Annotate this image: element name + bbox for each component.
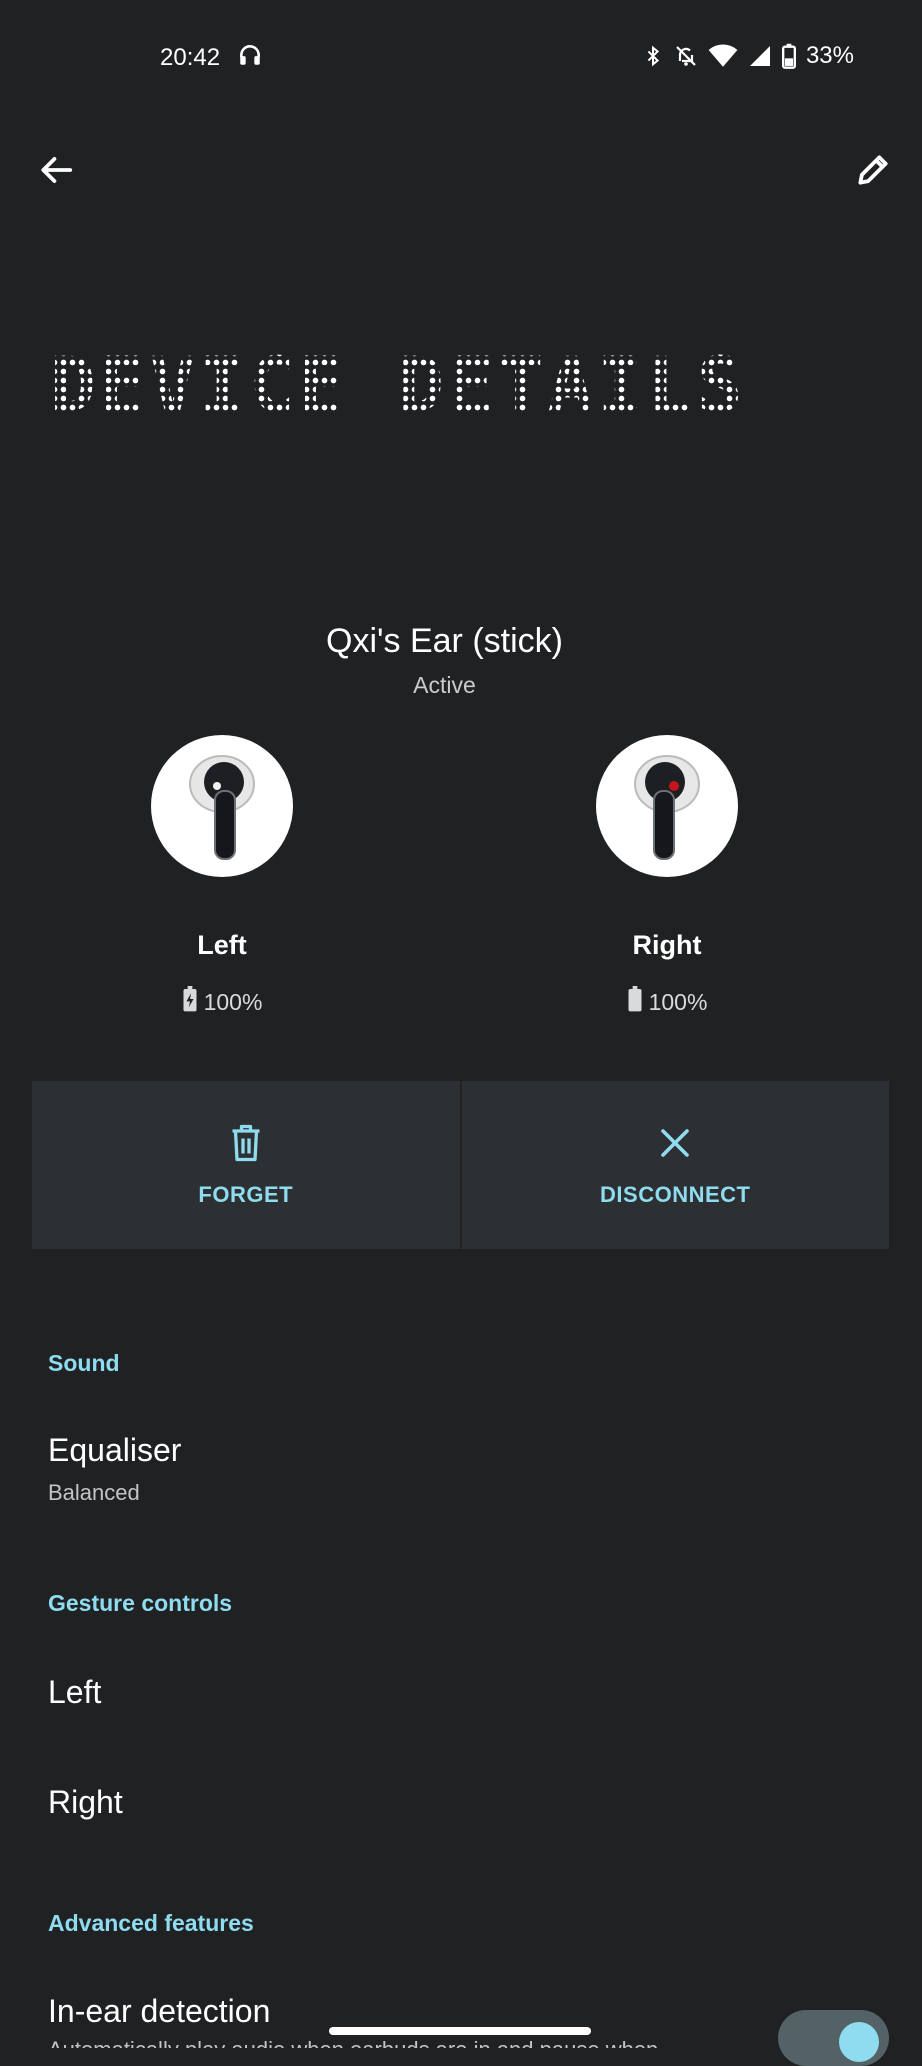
trash-icon [228,1123,264,1168]
right-earbud-icon [634,755,700,860]
gesture-right-title: Right [48,1784,123,1820]
disconnect-button[interactable]: DISCONNECT [461,1081,889,1249]
bluetooth-icon [642,43,664,69]
forget-button[interactable]: FORGET [32,1081,460,1249]
right-bud-battery: 100% [567,986,767,1018]
wifi-icon [708,44,738,68]
left-earbud-image [151,735,293,877]
gesture-left-item[interactable]: Left [0,1660,922,1726]
cellular-signal-icon [748,44,772,68]
left-bud-label: Left [197,930,247,960]
in-ear-detection-title: In-ear detection [48,1993,271,2029]
notifications-off-icon [674,43,698,69]
battery-percent: 33% [805,42,854,69]
time-text: 20:42 [160,43,221,71]
gesture-nav-handle[interactable] [329,2027,591,2035]
pencil-icon [854,151,892,194]
gesture-right-item[interactable]: Right [0,1770,922,1836]
battery-charging-icon [182,986,198,1018]
battery-full-icon [627,986,643,1018]
arrow-back-icon [37,151,75,194]
status-time: 20:42 [160,42,263,75]
equaliser-title: Equaliser [48,1432,182,1468]
in-ear-detection-sub: Automatically play audio when earbuds ar… [48,2037,658,2048]
in-ear-detection-toggle[interactable] [778,2010,889,2066]
equaliser-item[interactable]: Equaliser Balanced [0,1420,922,1520]
gesture-left-title: Left [48,1674,102,1710]
right-earbud-image [596,735,738,877]
disconnect-label: DISCONNECT [600,1181,751,1207]
close-icon [657,1123,693,1168]
left-bud-battery: 100% [122,986,322,1018]
battery-icon [781,43,796,69]
back-button[interactable] [28,144,84,200]
right-bud-label: Right [632,930,702,960]
page-title: DEVICE DETAILS [50,340,747,429]
device-status: Active [413,672,476,698]
device-actions: FORGET DISCONNECT [32,1081,889,1249]
equaliser-value: Balanced [48,1480,140,1505]
section-header-advanced: Advanced features [48,1910,254,1936]
right-bud-battery-text: 100% [648,988,708,1015]
left-earbud-icon [189,755,255,860]
forget-label: FORGET [198,1181,294,1207]
toggle-knob [839,2022,879,2062]
edit-button[interactable] [845,144,901,200]
headphones-icon [237,42,263,75]
left-bud-battery-text: 100% [203,988,263,1015]
status-icons: 33% [642,42,854,70]
section-header-sound: Sound [48,1350,120,1376]
page-title-text: DEVICE DETAILS [50,340,747,429]
section-header-gestures: Gesture controls [48,1590,233,1616]
device-name: Qxi's Ear (stick) [326,622,563,660]
